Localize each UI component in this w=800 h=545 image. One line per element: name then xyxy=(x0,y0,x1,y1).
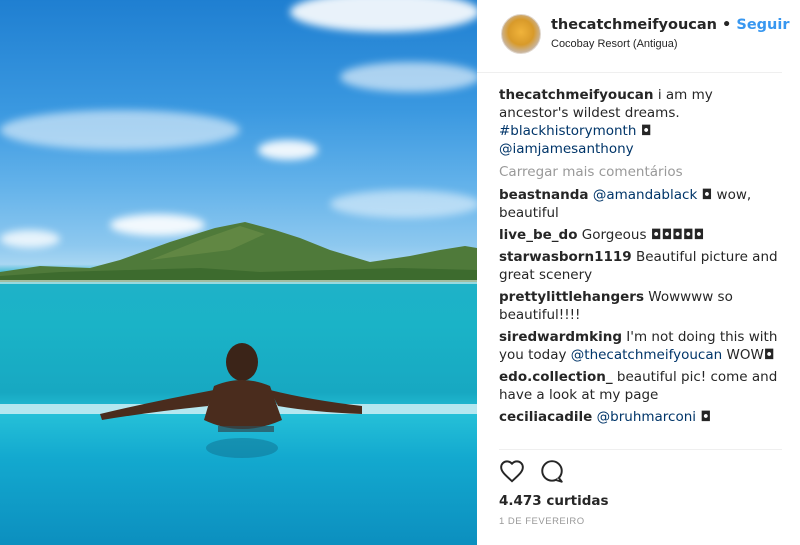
side-panel: thecatchmeifyoucan • Seguir Cocobay Reso… xyxy=(477,0,800,545)
heart-icon[interactable] xyxy=(499,459,525,485)
location-link[interactable]: Cocobay Resort (Antigua) xyxy=(551,38,678,50)
caption-mention[interactable]: @iamjamesanthony xyxy=(499,141,634,157)
comment-mention[interactable]: @bruhmarconi xyxy=(597,409,696,425)
comment-username[interactable]: beastnanda xyxy=(499,187,589,203)
cloud xyxy=(340,62,477,92)
post-header: thecatchmeifyoucan • Seguir Cocobay Reso… xyxy=(477,0,790,73)
comment-text: WOW◘ xyxy=(722,347,775,363)
comment-text: Gorgeous ◘◘◘◘◘ xyxy=(577,227,705,243)
cloud xyxy=(0,110,240,150)
comment: prettylittlehangers Wowwww so beautiful!… xyxy=(499,288,784,324)
comment-text: ◘ xyxy=(696,409,712,425)
cloud xyxy=(330,190,477,218)
caption: thecatchmeifyoucan i am my ancestor's wi… xyxy=(499,86,784,158)
comment-mention[interactable]: @amandablack xyxy=(593,187,697,203)
follow-button[interactable]: Seguir xyxy=(736,17,789,33)
cloud xyxy=(258,140,318,160)
caption-hashtag[interactable]: #blackhistorymonth xyxy=(499,123,636,139)
comment: live_be_do Gorgeous ◘◘◘◘◘ xyxy=(499,226,784,244)
instagram-post: thecatchmeifyoucan • Seguir Cocobay Reso… xyxy=(0,0,800,545)
load-more-comments-button[interactable]: Carregar mais comentários xyxy=(499,163,784,181)
action-bar xyxy=(499,459,579,487)
comment: ceciliacadile @bruhmarconi ◘ xyxy=(499,408,784,426)
likes-count[interactable]: 4.473 curtidas xyxy=(499,493,609,509)
divider xyxy=(499,449,782,450)
cloud xyxy=(290,0,477,32)
header-username[interactable]: thecatchmeifyoucan xyxy=(551,17,717,33)
comment-username[interactable]: siredwardmking xyxy=(499,329,622,345)
comment: starwasborn1119 Beautiful picture and gr… xyxy=(499,248,784,284)
swimmer-figure xyxy=(100,343,362,458)
comment-username[interactable]: starwasborn1119 xyxy=(499,249,632,265)
header-username-row: thecatchmeifyoucan • Seguir xyxy=(551,17,790,33)
comment-bubble-icon[interactable] xyxy=(539,459,565,485)
comments-section: thecatchmeifyoucan i am my ancestor's wi… xyxy=(499,86,784,430)
separator-dot: • xyxy=(722,17,732,33)
post-date[interactable]: 1 DE FEVEREIRO xyxy=(499,516,585,527)
comment: beastnanda @amandablack ◘ wow, beautiful xyxy=(499,186,784,222)
comment-username[interactable]: prettylittlehangers xyxy=(499,289,644,305)
avatar[interactable] xyxy=(501,14,541,54)
comment-mention[interactable]: @thecatchmeifyoucan xyxy=(571,347,722,363)
comment: siredwardmking I'm not doing this with y… xyxy=(499,328,784,364)
caption-username[interactable]: thecatchmeifyoucan xyxy=(499,87,654,103)
post-photo[interactable] xyxy=(0,0,477,545)
comment-username[interactable]: live_be_do xyxy=(499,227,577,243)
comment-username[interactable]: edo.collection_ xyxy=(499,369,613,385)
caption-emoji: ◘ xyxy=(636,123,652,139)
comment: edo.collection_ beautiful pic! come and … xyxy=(499,368,784,404)
comment-username[interactable]: ceciliacadile xyxy=(499,409,592,425)
island-hills xyxy=(0,222,477,284)
